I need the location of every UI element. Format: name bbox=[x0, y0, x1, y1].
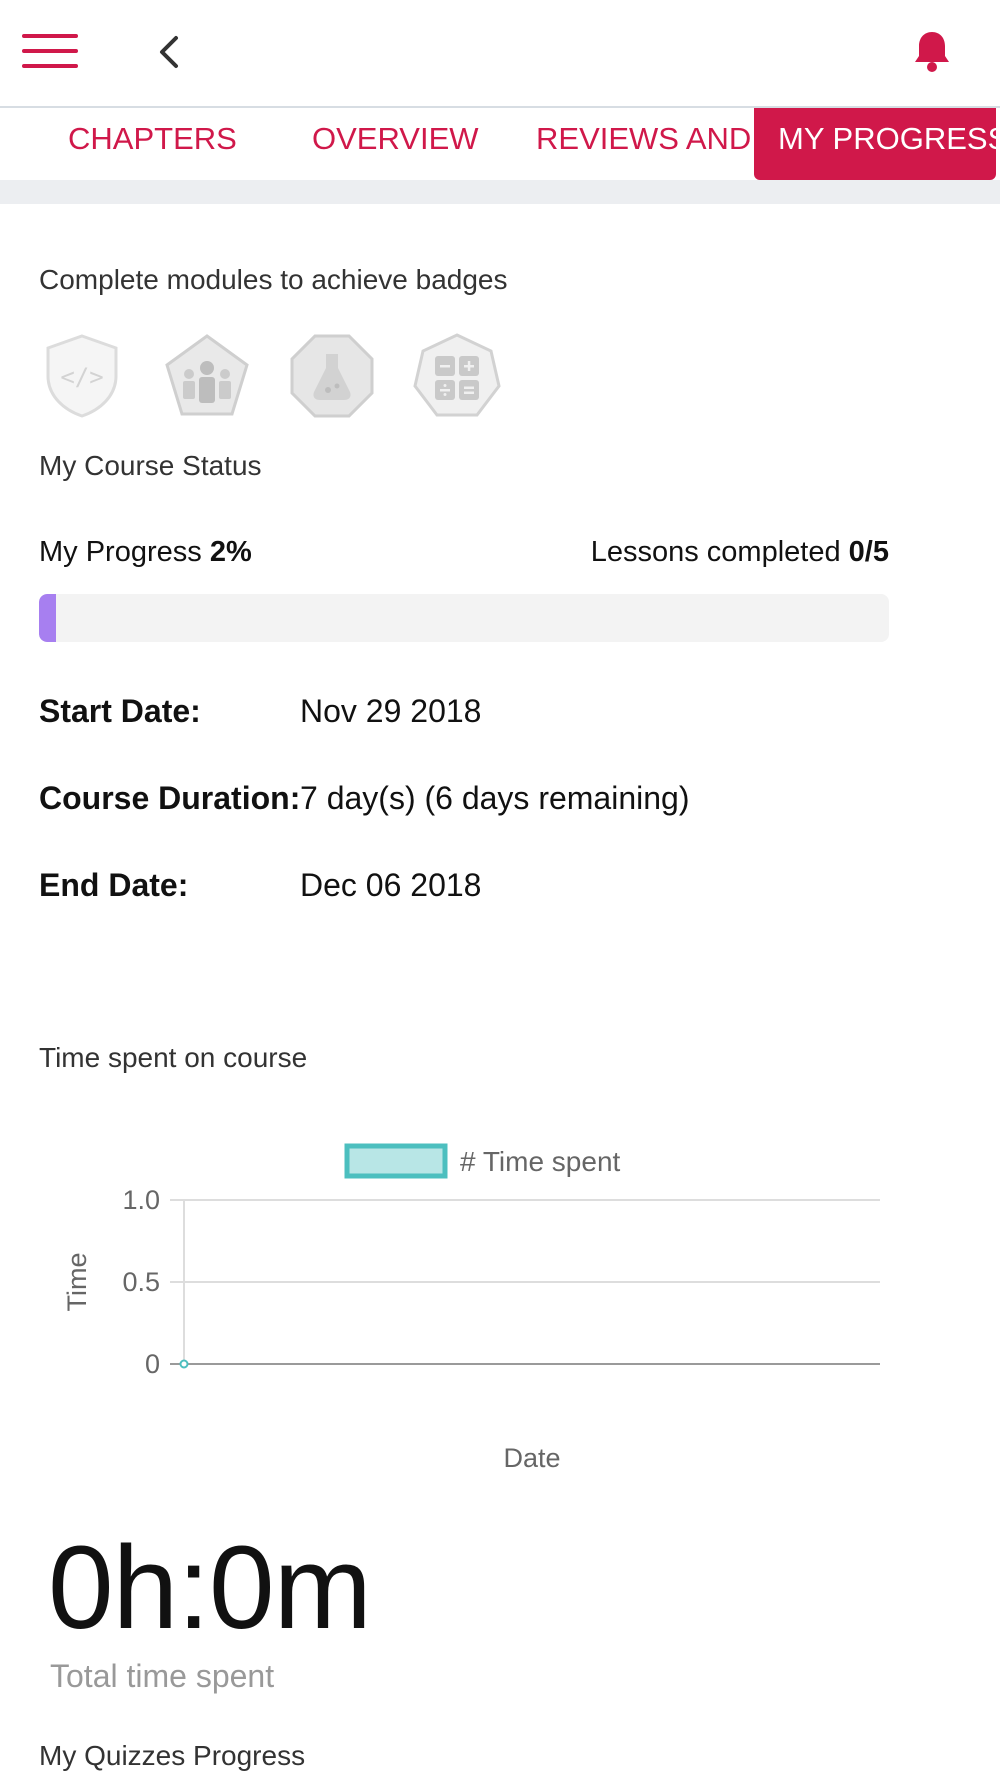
y-axis-title: Time bbox=[62, 1253, 92, 1312]
tab-divider bbox=[0, 180, 1000, 204]
legend-swatch bbox=[344, 1143, 448, 1179]
y-tick-label-0: 0 bbox=[145, 1349, 160, 1379]
top-app-bar bbox=[0, 0, 1000, 108]
badges-title: Complete modules to achieve badges bbox=[39, 264, 508, 295]
course-duration-value: 7 day(s) (6 days remaining) bbox=[300, 780, 690, 816]
start-date-value: Nov 29 2018 bbox=[300, 693, 482, 729]
progress-bar bbox=[39, 594, 889, 642]
y-tick-label-1: 0.5 bbox=[122, 1267, 160, 1297]
tab-my-progress[interactable]: MY PROGRESS bbox=[754, 108, 996, 180]
progress-bar-fill bbox=[39, 594, 56, 642]
total-time-value: 0h:0m bbox=[48, 1522, 372, 1654]
lessons-label: Lessons completed bbox=[590, 536, 841, 568]
progress-label: My Progress bbox=[39, 536, 202, 568]
x-axis-title: Date bbox=[503, 1443, 560, 1473]
end-date-label: End Date: bbox=[39, 867, 189, 903]
bell-icon[interactable] bbox=[912, 28, 952, 74]
flask-octagon-icon bbox=[288, 332, 376, 420]
quizzes-progress-title: My Quizzes Progress bbox=[39, 1740, 306, 1771]
tab-bar: CHAPTERS OVERVIEW REVIEWS AND MY PROGRES… bbox=[0, 108, 1000, 180]
code-shield-icon: </> bbox=[38, 332, 126, 420]
hamburger-menu-icon[interactable] bbox=[22, 34, 78, 68]
time-spent-chart: # Time spent 0 0.5 1.0 Time Date bbox=[62, 1143, 880, 1473]
course-duration-label: Course Duration: bbox=[39, 780, 301, 816]
lessons-completed-group: Lessons completed 0/5 bbox=[591, 536, 889, 569]
group-pentagon-icon bbox=[163, 332, 251, 420]
course-status-title: My Course Status bbox=[39, 450, 262, 481]
total-time-caption: Total time spent bbox=[50, 1658, 275, 1694]
progress-value: 2% bbox=[209, 536, 252, 568]
calculator-heptagon-icon bbox=[413, 332, 501, 420]
time-spent-title: Time spent on course bbox=[39, 1042, 308, 1073]
tab-overview[interactable]: OVERVIEW bbox=[312, 108, 479, 180]
start-date-label: Start Date: bbox=[39, 693, 201, 729]
tab-chapters[interactable]: CHAPTERS bbox=[68, 108, 237, 180]
svg-text:</>: </> bbox=[60, 363, 103, 391]
lessons-value: 0/5 bbox=[848, 536, 889, 568]
progress-label-group: My Progress 2% bbox=[39, 536, 252, 569]
legend-label: # Time spent bbox=[460, 1146, 621, 1177]
chevron-left-icon[interactable] bbox=[150, 30, 190, 74]
tab-reviews[interactable]: REVIEWS AND bbox=[536, 108, 751, 180]
end-date-value: Dec 06 2018 bbox=[300, 867, 482, 903]
y-tick-label-2: 1.0 bbox=[122, 1185, 160, 1215]
data-point-0 bbox=[179, 1359, 189, 1369]
